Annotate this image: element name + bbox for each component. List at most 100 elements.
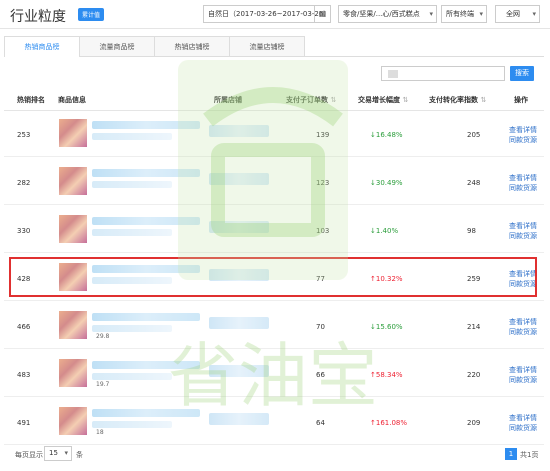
product-subtitle-blur xyxy=(92,373,172,380)
date-range-text: 自然日（2017-03-26~2017-03-26） xyxy=(208,10,331,18)
terminal-select[interactable]: 所有终端 ▾ xyxy=(441,5,487,23)
date-range-picker[interactable]: 自然日（2017-03-26~2017-03-26） ▦ xyxy=(203,5,331,23)
pagination-bar: 每页显示 15 ▾ 条 1 共1页 xyxy=(0,440,550,471)
orders-cell: 70 xyxy=(316,323,325,331)
view-detail-link[interactable]: 查看详情 xyxy=(509,221,537,231)
view-detail-link[interactable]: 查看详情 xyxy=(509,365,537,375)
product-subtitle-blur xyxy=(92,229,172,236)
per-page-label: 每页显示 xyxy=(15,451,43,459)
orders-cell: 139 xyxy=(316,131,330,139)
product-image[interactable] xyxy=(59,359,87,387)
top-bar: 行业粒度 累计值 自然日（2017-03-26~2017-03-26） ▦ 零食… xyxy=(0,0,550,29)
network-select[interactable]: 全网 ▾ xyxy=(495,5,540,23)
conversion-cell: 220 xyxy=(467,371,481,379)
header-growth[interactable]: 交易增长幅度 ⇅ xyxy=(358,95,408,105)
growth-cell: ↑161.08% xyxy=(370,419,408,427)
same-source-link[interactable]: 同款货源 xyxy=(509,183,537,193)
table-row: 330 103 ↓1.40% 98 查看详情 同款货源 xyxy=(4,207,544,253)
header-shop: 所属店铺 xyxy=(214,96,242,104)
shop-name-blur[interactable] xyxy=(209,221,269,233)
table-row: 483 19.7 66 ↑58.34% 220 查看详情 同款货源 xyxy=(4,351,544,397)
price-cell: 19.7 xyxy=(96,381,110,388)
highlight-box xyxy=(9,257,537,297)
per-page-select[interactable]: 15 ▾ xyxy=(44,446,72,461)
shop-name-blur[interactable] xyxy=(209,173,269,185)
header-orders[interactable]: 支付子订单数 ⇅ xyxy=(286,95,336,105)
product-image[interactable] xyxy=(59,167,87,195)
product-title-blur[interactable] xyxy=(92,313,200,321)
search-input[interactable] xyxy=(381,66,505,81)
rank-cell: 491 xyxy=(17,419,31,427)
product-subtitle-blur xyxy=(92,325,172,332)
category-text: 零食/坚果/...心/西式糕点 xyxy=(343,10,420,18)
shop-name-blur[interactable] xyxy=(209,413,269,425)
table-row: 466 29.8 70 ↓15.60% 214 查看详情 同款货源 xyxy=(4,303,544,349)
orders-cell: 103 xyxy=(316,227,330,235)
price-cell: 29.8 xyxy=(96,333,110,340)
product-subtitle-blur xyxy=(92,133,172,140)
same-source-link[interactable]: 同款货源 xyxy=(509,135,537,145)
product-image[interactable] xyxy=(59,215,87,243)
category-select[interactable]: 零食/坚果/...心/西式糕点 ▾ xyxy=(338,5,437,23)
product-image[interactable] xyxy=(59,407,87,435)
page-title: 行业粒度 xyxy=(10,9,66,25)
product-title-blur[interactable] xyxy=(92,409,200,417)
rank-cell: 483 xyxy=(17,371,31,379)
same-source-link[interactable]: 同款货源 xyxy=(509,423,537,433)
view-detail-link[interactable]: 查看详情 xyxy=(509,413,537,423)
rank-cell: 253 xyxy=(17,131,31,139)
same-source-link[interactable]: 同款货源 xyxy=(509,231,537,241)
product-image[interactable] xyxy=(59,311,87,339)
product-title-blur[interactable] xyxy=(92,217,200,225)
conversion-cell: 248 xyxy=(467,179,481,187)
shop-name-blur[interactable] xyxy=(209,317,269,329)
view-detail-link[interactable]: 查看详情 xyxy=(509,125,537,135)
search-placeholder-blur xyxy=(388,70,398,78)
header-conversion[interactable]: 支付转化率指数 ⇅ xyxy=(429,95,486,105)
page-button-current[interactable]: 1 xyxy=(505,448,517,460)
product-subtitle-blur xyxy=(92,181,172,188)
conversion-cell: 214 xyxy=(467,323,481,331)
tab-traffic-products[interactable]: 流量商品榜 xyxy=(79,36,155,56)
table-header: 热销排名 商品信息 所属店铺 支付子订单数 ⇅ 交易增长幅度 ⇅ 支付转化率指数… xyxy=(4,88,544,111)
same-source-link[interactable]: 同款货源 xyxy=(509,375,537,385)
price-cell: 18 xyxy=(96,429,104,436)
chevron-down-icon: ▾ xyxy=(532,10,536,18)
growth-cell: ↓15.60% xyxy=(370,323,403,331)
calendar-icon[interactable]: ▦ xyxy=(314,6,330,22)
conversion-cell: 209 xyxy=(467,419,481,427)
shop-name-blur[interactable] xyxy=(209,125,269,137)
product-title-blur[interactable] xyxy=(92,169,200,177)
chevron-down-icon: ▾ xyxy=(479,10,483,18)
shop-name-blur[interactable] xyxy=(209,365,269,377)
orders-cell: 64 xyxy=(316,419,325,427)
search-button[interactable]: 搜索 xyxy=(510,66,534,81)
chevron-down-icon: ▾ xyxy=(429,10,433,18)
tab-hot-products[interactable]: 热销商品榜 xyxy=(4,36,80,57)
tab-bar: 热销商品榜 流量商品榜 热销店铺榜 流量店铺榜 xyxy=(4,36,544,57)
product-image[interactable] xyxy=(59,119,87,147)
tab-traffic-shops[interactable]: 流量店铺榜 xyxy=(229,36,305,56)
rank-cell: 282 xyxy=(17,179,31,187)
table-row: 491 18 64 ↑161.08% 209 查看详情 同款货源 xyxy=(4,399,544,445)
table-row: 253 139 ↓16.48% 205 查看详情 同款货源 xyxy=(4,111,544,157)
header-rank[interactable]: 热销排名 xyxy=(17,95,45,105)
conversion-cell: 205 xyxy=(467,131,481,139)
rank-cell: 330 xyxy=(17,227,31,235)
header-action: 操作 xyxy=(514,96,528,104)
product-title-blur[interactable] xyxy=(92,121,200,129)
rank-cell: 466 xyxy=(17,323,31,331)
same-source-link[interactable]: 同款货源 xyxy=(509,327,537,337)
view-detail-link[interactable]: 查看详情 xyxy=(509,173,537,183)
growth-cell: ↓16.48% xyxy=(370,131,403,139)
chevron-down-icon: ▾ xyxy=(64,449,68,457)
growth-cell: ↓1.40% xyxy=(370,227,399,235)
page-total: 共1页 xyxy=(520,451,539,459)
per-page-unit: 条 xyxy=(76,451,83,459)
orders-cell: 123 xyxy=(316,179,330,187)
terminal-text: 所有终端 xyxy=(446,10,474,18)
product-title-blur[interactable] xyxy=(92,361,200,369)
view-detail-link[interactable]: 查看详情 xyxy=(509,317,537,327)
growth-cell: ↑58.34% xyxy=(370,371,403,379)
tab-hot-shops[interactable]: 热销店铺榜 xyxy=(154,36,230,56)
